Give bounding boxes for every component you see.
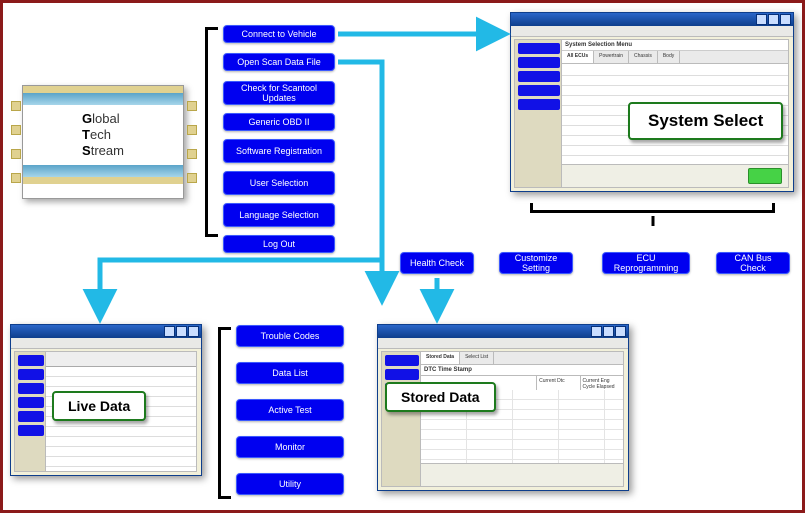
tab[interactable]: Chassis [629, 51, 658, 63]
open-scan-data-file-button[interactable]: Open Scan Data File [223, 53, 335, 71]
window-titlebar [511, 13, 793, 26]
sidebar-button[interactable] [518, 57, 560, 68]
health-check-button[interactable]: Health Check [400, 252, 474, 274]
window-titlebar [378, 325, 628, 338]
sidebar-button[interactable] [518, 99, 560, 110]
active-test-button[interactable]: Active Test [236, 399, 344, 421]
utility-button[interactable]: Utility [236, 473, 344, 495]
frame-border [0, 0, 3, 513]
trouble-codes-button[interactable]: Trouble Codes [236, 325, 344, 347]
frame-border [0, 0, 805, 3]
sidebar-button[interactable] [18, 411, 44, 422]
window-sidebar [381, 351, 423, 487]
sidebar-button[interactable] [18, 355, 44, 366]
window-titlebar [11, 325, 201, 338]
sidebar-button[interactable] [518, 71, 560, 82]
software-registration-button[interactable]: Software Registration [223, 139, 335, 163]
data-list-button[interactable]: Data List [236, 362, 344, 384]
callout-live-data: Live Data [52, 391, 146, 421]
content-title: DTC Time Stamp [421, 365, 623, 376]
bracket-main-menu [205, 27, 208, 237]
sidebar-button[interactable] [18, 425, 44, 436]
tab[interactable]: All ECUs [562, 51, 594, 63]
customize-setting-button[interactable]: Customize Setting [499, 252, 573, 274]
user-selection-button[interactable]: User Selection [223, 171, 335, 195]
sidebar-button[interactable] [518, 43, 560, 54]
sidebar-button[interactable] [385, 369, 419, 380]
tab-row: All ECUs Powertrain Chassis Body [562, 51, 788, 64]
window-sidebar [14, 351, 48, 472]
splash-dots-right [187, 94, 195, 190]
sidebar-button[interactable] [18, 369, 44, 380]
language-selection-button[interactable]: Language Selection [223, 203, 335, 227]
can-bus-check-button[interactable]: CAN Bus Check [716, 252, 790, 274]
window-sidebar [514, 39, 564, 188]
ecu-reprogramming-button[interactable]: ECU Reprogramming [602, 252, 690, 274]
log-out-button[interactable]: Log Out [223, 235, 335, 253]
window-footer [562, 164, 788, 187]
tab[interactable]: Stored Data [421, 352, 460, 364]
sidebar-button[interactable] [518, 85, 560, 96]
tab[interactable]: Select List [460, 352, 494, 364]
window-content: Stored DataSelect List DTC Time Stamp Cu… [420, 351, 624, 487]
tab[interactable]: Powertrain [594, 51, 629, 63]
callout-system-select: System Select [628, 102, 783, 140]
tab[interactable]: Body [658, 51, 680, 63]
check-updates-button[interactable]: Check for Scantool Updates [223, 81, 335, 105]
monitor-button[interactable]: Monitor [236, 436, 344, 458]
splash-global-tech-stream: Global Tech Stream [22, 85, 184, 199]
generic-obd-button[interactable]: Generic OBD II [223, 113, 335, 131]
sidebar-button[interactable] [18, 383, 44, 394]
flow-diagram: Global Tech Stream Connect to Vehicle Op… [0, 0, 805, 513]
content-title: System Selection Menu [562, 40, 788, 51]
bracket-system-select [530, 210, 775, 213]
splash-dots-left [11, 94, 19, 190]
connect-to-vehicle-button[interactable]: Connect to Vehicle [223, 25, 335, 43]
callout-stored-data: Stored Data [385, 382, 496, 412]
bracket-diag-menu [218, 327, 221, 499]
sidebar-button[interactable] [385, 355, 419, 366]
ok-button[interactable] [748, 168, 782, 184]
sidebar-button[interactable] [18, 397, 44, 408]
